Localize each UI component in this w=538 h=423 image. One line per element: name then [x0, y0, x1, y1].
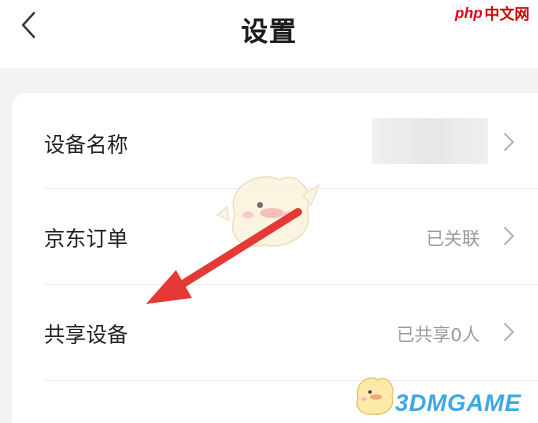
mascot-small-watermark-icon [356, 377, 394, 415]
red-arrow-annotation [146, 208, 302, 304]
3dmgame-watermark-text: 3DMGAME [395, 390, 522, 417]
